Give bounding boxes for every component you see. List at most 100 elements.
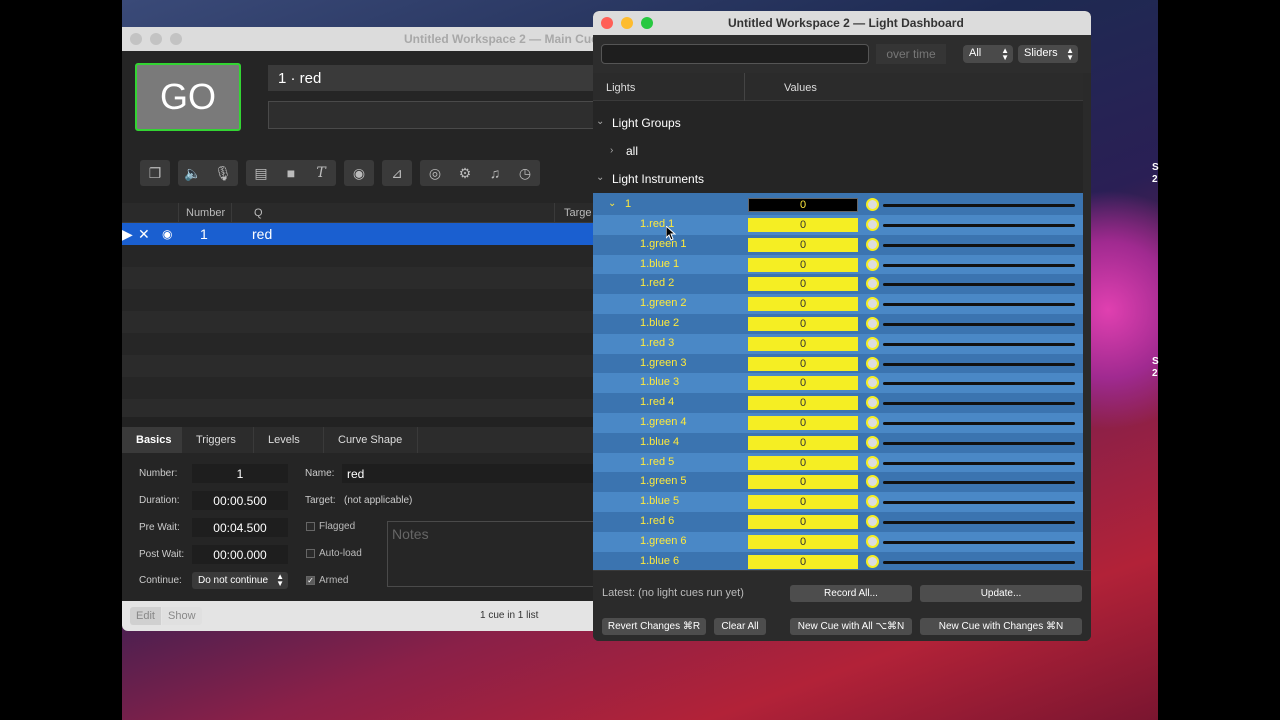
instrument-row[interactable]: 1.red 4 0 xyxy=(593,393,1083,413)
music-cue-icon[interactable]: ♫ xyxy=(480,160,510,186)
duration-field[interactable]: 00:00.500 xyxy=(192,491,288,510)
instrument-row-master[interactable]: ⌄ 1 0 xyxy=(593,195,1083,215)
slider-track[interactable] xyxy=(883,243,1075,247)
slider-knob[interactable] xyxy=(866,218,879,231)
instrument-row[interactable]: 1.blue 3 0 xyxy=(593,373,1083,394)
slider-knob[interactable] xyxy=(866,198,879,211)
armed-checkbox[interactable]: ✓ Armed xyxy=(306,575,348,586)
filter-select[interactable]: All ▲ ▼ xyxy=(963,45,1013,63)
slider-knob[interactable] xyxy=(866,237,879,251)
new-cue-with-all-button[interactable]: New Cue with All ⌥⌘N xyxy=(790,618,912,635)
midi-cue-icon[interactable]: ⚙ xyxy=(450,160,480,186)
instrument-row[interactable]: 1.red 2 0 xyxy=(593,274,1083,294)
camera-cue-icon[interactable]: ■ xyxy=(276,160,306,186)
instrument-value[interactable]: 0 xyxy=(748,416,858,430)
chevron-right-icon[interactable]: › xyxy=(610,145,613,156)
instrument-value[interactable]: 0 xyxy=(748,297,858,312)
main-titlebar[interactable]: Untitled Workspace 2 — Main Cue xyxy=(122,27,602,51)
slider-track[interactable] xyxy=(883,560,1075,564)
dashboard-scrollbar[interactable] xyxy=(1083,73,1091,570)
instrument-value[interactable]: 0 xyxy=(748,554,858,569)
autoload-checkbox[interactable]: Auto-load xyxy=(306,548,362,559)
header-number[interactable]: Number xyxy=(186,207,225,219)
video-cue-icon[interactable]: ▤ xyxy=(246,160,276,186)
instrument-value[interactable]: 0 xyxy=(748,336,858,351)
slider-knob[interactable] xyxy=(866,455,879,469)
instrument-row[interactable]: 1.green 3 0 xyxy=(593,354,1083,374)
slider-track[interactable] xyxy=(883,362,1075,366)
slider-track[interactable] xyxy=(883,382,1075,386)
slider-knob[interactable] xyxy=(866,317,879,330)
minimize-window-button[interactable] xyxy=(621,17,633,29)
slider-knob[interactable] xyxy=(866,257,879,271)
instrument-value[interactable]: 0 xyxy=(748,515,858,529)
audio-cue-icon[interactable]: 🔈 xyxy=(178,160,208,186)
edit-mode-button[interactable]: Edit xyxy=(130,607,161,625)
continue-select[interactable]: Do not continue ▲ ▼ xyxy=(192,572,288,589)
current-cue-notes[interactable] xyxy=(268,101,602,129)
instrument-value[interactable]: 0 xyxy=(748,317,858,331)
instrument-value[interactable]: 0 xyxy=(748,237,858,252)
slider-knob[interactable] xyxy=(866,554,879,568)
flagged-checkbox[interactable]: Flagged xyxy=(306,521,355,532)
instrument-value[interactable]: 0 xyxy=(748,198,858,212)
instrument-value[interactable]: 0 xyxy=(748,495,858,510)
instrument-row[interactable]: 1.red 6 0 xyxy=(593,512,1083,532)
instrument-value[interactable]: 0 xyxy=(748,435,858,450)
instrument-value[interactable]: 0 xyxy=(748,475,858,490)
slider-track[interactable] xyxy=(883,441,1075,445)
slider-track[interactable] xyxy=(883,323,1075,326)
show-mode-button[interactable]: Show xyxy=(162,607,202,625)
group-cue-icon[interactable]: ❐ xyxy=(140,160,170,186)
instrument-row[interactable]: 1.green 4 0 xyxy=(593,413,1083,433)
slider-knob[interactable] xyxy=(866,515,879,528)
col-values[interactable]: Values xyxy=(784,82,817,94)
number-field[interactable]: 1 xyxy=(192,464,288,483)
light-groups-row[interactable]: ⌄ Light Groups xyxy=(593,109,1083,137)
instrument-row[interactable]: 1.blue 1 0 xyxy=(593,254,1083,275)
slider-track[interactable] xyxy=(883,303,1075,307)
pane-splitter[interactable] xyxy=(122,417,602,427)
close-window-button[interactable] xyxy=(601,17,613,29)
go-button[interactable]: GO xyxy=(135,63,241,131)
instrument-value[interactable]: 0 xyxy=(748,257,858,272)
tab-basics[interactable]: Basics xyxy=(122,427,182,453)
cue-row-selected[interactable]: ▶ ✕ ◉ 1 red xyxy=(122,223,602,245)
instrument-row[interactable]: 1.green 2 0 xyxy=(593,294,1083,314)
clear-all-button[interactable]: Clear All xyxy=(714,618,766,635)
dashboard-titlebar[interactable]: Untitled Workspace 2 — Light Dashboard xyxy=(593,11,1091,35)
slider-track[interactable] xyxy=(883,204,1075,207)
update-button[interactable]: Update... xyxy=(920,585,1082,602)
zoom-window-button[interactable] xyxy=(641,17,653,29)
tab-triggers[interactable]: Triggers xyxy=(182,427,254,453)
command-input[interactable] xyxy=(601,44,869,64)
record-all-button[interactable]: Record All... xyxy=(790,585,912,602)
over-time-field[interactable]: over time xyxy=(876,44,946,64)
instrument-value[interactable]: 0 xyxy=(748,218,858,232)
minimize-window-button[interactable] xyxy=(150,33,162,45)
notes-field[interactable]: Notes xyxy=(387,521,602,587)
tab-levels[interactable]: Levels xyxy=(254,427,324,453)
timecode-cue-icon[interactable]: ◷ xyxy=(510,160,540,186)
slider-track[interactable] xyxy=(883,461,1075,465)
tab-curve-shape[interactable]: Curve Shape xyxy=(324,427,418,453)
instrument-value[interactable]: 0 xyxy=(748,277,858,292)
slider-track[interactable] xyxy=(883,263,1075,267)
instrument-value[interactable]: 0 xyxy=(748,396,858,411)
col-lights[interactable]: Lights xyxy=(606,82,635,94)
slider-knob[interactable] xyxy=(866,376,879,390)
slider-knob[interactable] xyxy=(866,396,879,410)
group-all-row[interactable]: › all xyxy=(593,137,1083,165)
instrument-row[interactable]: 1.red 5 0 xyxy=(593,452,1083,473)
zoom-window-button[interactable] xyxy=(170,33,182,45)
slider-track[interactable] xyxy=(883,501,1075,505)
slider-knob[interactable] xyxy=(866,356,879,370)
instrument-row[interactable]: 1.green 6 0 xyxy=(593,531,1083,552)
network-cue-icon[interactable]: ◎ xyxy=(420,160,450,186)
mic-cue-icon[interactable]: 🎙 xyxy=(208,160,238,186)
slider-track[interactable] xyxy=(883,481,1075,485)
revert-changes-button[interactable]: Revert Changes ⌘R xyxy=(602,618,706,635)
light-instruments-row[interactable]: ⌄ Light Instruments xyxy=(593,165,1083,193)
slider-knob[interactable] xyxy=(866,475,879,489)
instrument-value[interactable]: 0 xyxy=(748,356,858,371)
